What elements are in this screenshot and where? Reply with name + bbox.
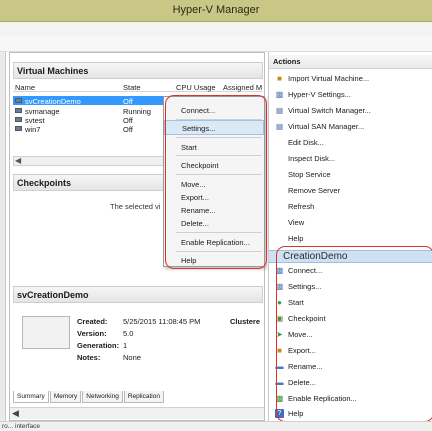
- column-cpu-usage[interactable]: CPU Usage: [176, 83, 216, 92]
- notes-value: None: [123, 353, 141, 362]
- settings-icon: ▩: [275, 90, 284, 99]
- refresh-icon: [275, 202, 284, 211]
- version-value: 5.0: [123, 329, 134, 338]
- tab-replication[interactable]: Replication: [123, 391, 164, 403]
- view-icon: [275, 218, 284, 227]
- menu-bar: [0, 22, 432, 36]
- vm-state: Off: [123, 97, 133, 106]
- action-label: Edit Disk...: [288, 138, 324, 147]
- vm-icon: [15, 117, 22, 122]
- summary-header: svCreationDemo: [13, 286, 263, 303]
- virtual-machines-header: Virtual Machines: [13, 62, 263, 79]
- generation-value: 1: [123, 341, 128, 350]
- title-bar: Hyper-V Manager: [0, 0, 432, 22]
- action-virtual-switch-manager[interactable]: ▦ Virtual Switch Manager...: [269, 104, 432, 118]
- tab-summary[interactable]: Summary: [13, 391, 49, 403]
- help-icon: [275, 234, 284, 243]
- action-label: Remove Server: [288, 186, 341, 195]
- actions-header: Actions: [269, 55, 432, 69]
- column-state[interactable]: State: [123, 83, 141, 92]
- summary-tabs: Summary Memory Networking Replication: [13, 391, 165, 403]
- vm-name: svCreationDemo: [25, 97, 81, 106]
- action-edit-disk[interactable]: Edit Disk...: [269, 136, 432, 150]
- vm-icon: [15, 126, 22, 131]
- status-text: ro... interface: [2, 423, 40, 430]
- action-label: Hyper-V Settings...: [288, 90, 351, 99]
- navigation-pane[interactable]: [0, 52, 6, 421]
- edit-disk-icon: [275, 138, 284, 147]
- tab-networking[interactable]: Networking: [82, 391, 123, 403]
- action-label: Help: [288, 234, 304, 243]
- vm-column-headers: Name State CPU Usage Assigned M: [13, 81, 263, 92]
- vm-icon: [15, 108, 22, 113]
- action-import-vm[interactable]: ■ Import Virtual Machine...: [269, 72, 432, 86]
- clustered-label: Clustere: [230, 317, 261, 326]
- action-stop-service[interactable]: Stop Service: [269, 168, 432, 182]
- action-label: Inspect Disk...: [288, 154, 336, 163]
- action-refresh[interactable]: Refresh: [269, 200, 432, 214]
- version-label: Version:: [77, 329, 107, 338]
- import-icon: ■: [277, 74, 282, 83]
- window-title: Hyper-V Manager: [172, 4, 260, 16]
- vm-icon: [15, 98, 22, 103]
- created-value: 5/25/2015 11:08:45 PM: [123, 317, 201, 326]
- created-label: Created:: [77, 317, 108, 326]
- action-virtual-san-manager[interactable]: ▦ Virtual SAN Manager...: [269, 120, 432, 134]
- inspect-disk-icon: [275, 154, 284, 163]
- vm-name: win7: [25, 125, 41, 134]
- context-menu-highlight-annotation: [165, 95, 267, 269]
- center-horizontal-scrollbar[interactable]: ◀: [10, 407, 264, 419]
- notes-label: Notes:: [77, 353, 101, 362]
- remove-icon: [275, 186, 284, 195]
- generation-label: Generation:: [77, 341, 120, 350]
- toolbar: [0, 36, 432, 52]
- san-icon: ▦: [275, 122, 284, 131]
- action-help[interactable]: Help: [269, 232, 432, 246]
- action-label: View: [288, 218, 305, 227]
- vm-thumbnail: [22, 316, 70, 349]
- column-name[interactable]: Name: [15, 83, 35, 92]
- action-view[interactable]: View: [269, 216, 432, 230]
- action-remove-server[interactable]: Remove Server: [269, 184, 432, 198]
- action-label: Virtual SAN Manager...: [288, 122, 365, 131]
- switch-icon: ▦: [275, 106, 284, 115]
- action-label: Import Virtual Machine...: [288, 74, 370, 83]
- vm-state: Off: [123, 125, 133, 134]
- column-assigned-memory[interactable]: Assigned M: [223, 83, 262, 92]
- tab-memory[interactable]: Memory: [49, 391, 82, 403]
- status-bar: ro... interface: [0, 421, 432, 431]
- action-label: Refresh: [288, 202, 315, 211]
- actions-highlight-annotation: [276, 246, 432, 422]
- action-inspect-disk[interactable]: Inspect Disk...: [269, 152, 432, 166]
- scroll-left-icon[interactable]: ◀: [15, 156, 21, 165]
- checkpoints-message: The selected vi: [110, 202, 161, 211]
- action-label: Stop Service: [288, 170, 331, 179]
- action-hyperv-settings[interactable]: ▩ Hyper-V Settings...: [269, 88, 432, 102]
- scroll-left-icon[interactable]: ◀: [12, 408, 19, 419]
- action-label: Virtual Switch Manager...: [288, 106, 371, 115]
- stop-icon: [275, 170, 284, 179]
